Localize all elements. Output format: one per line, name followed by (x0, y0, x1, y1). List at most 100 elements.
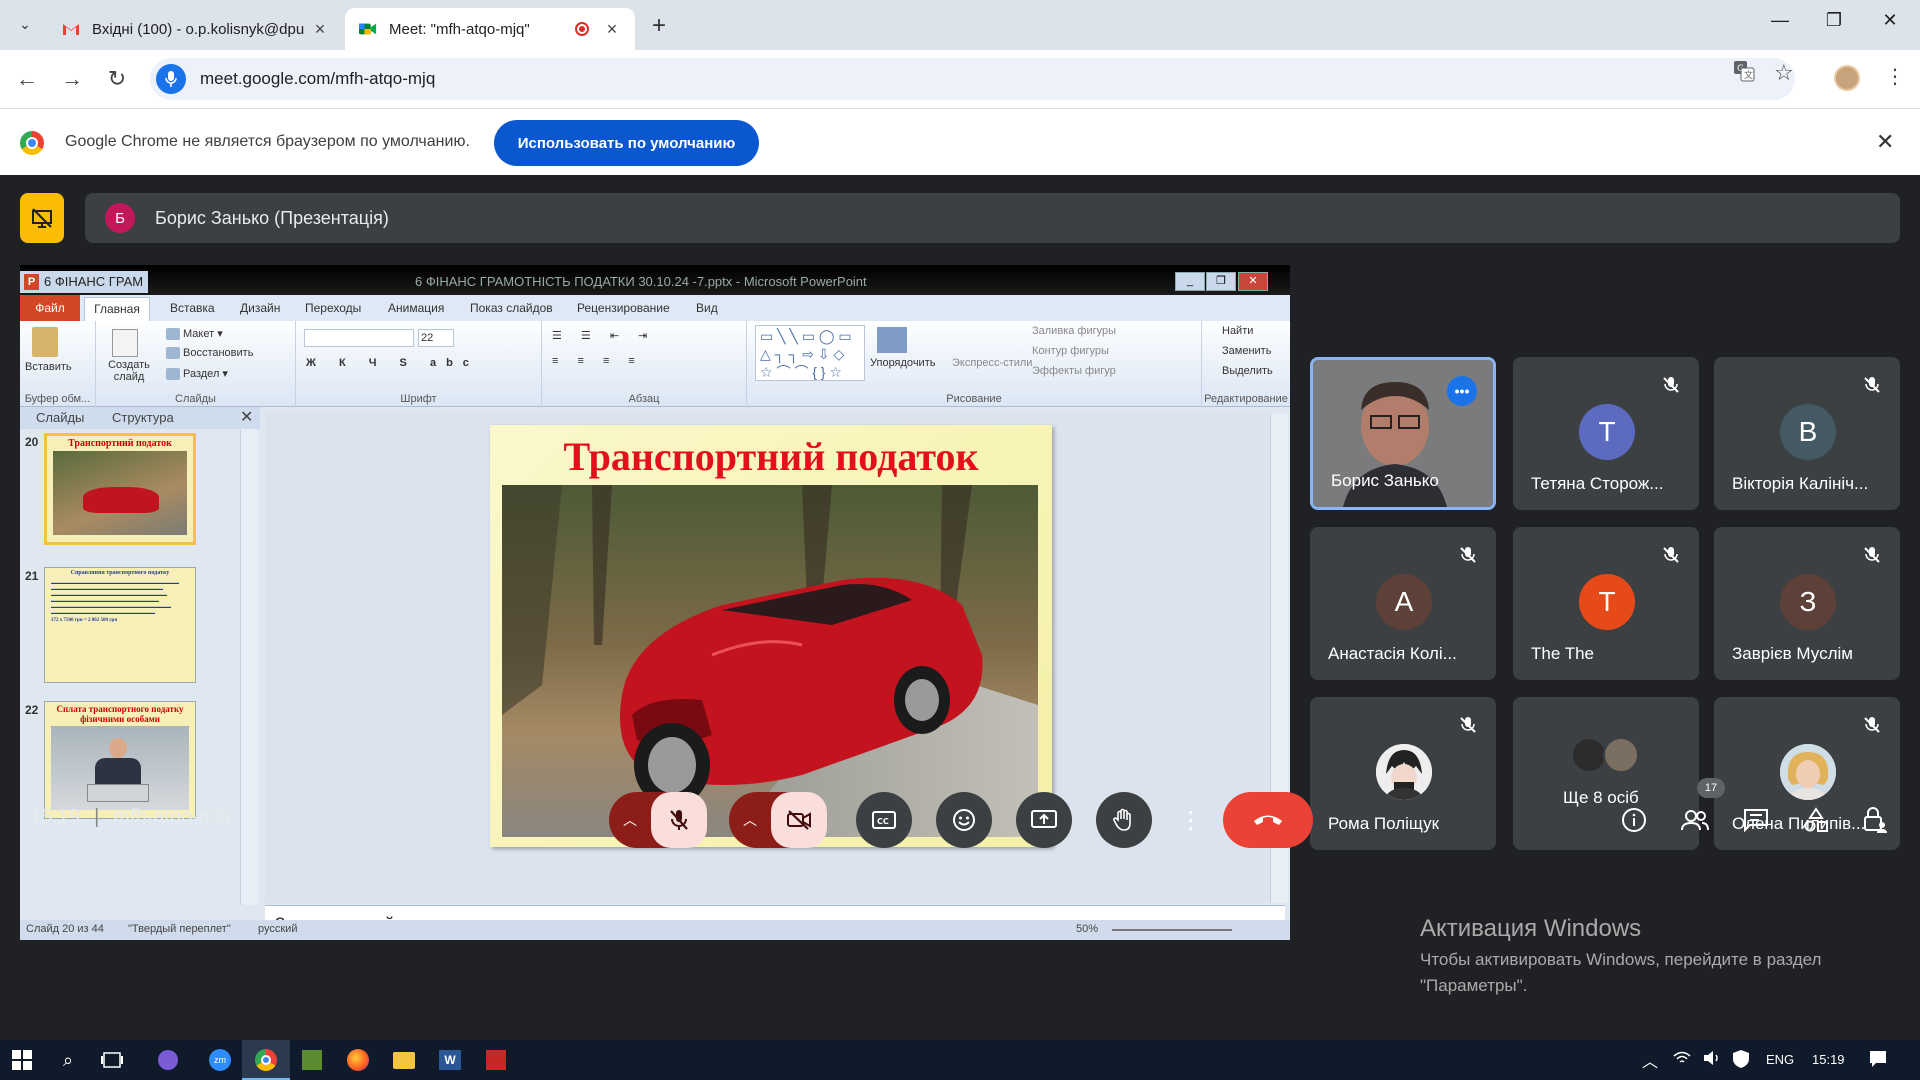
address-bar[interactable]: meet.google.com/mfh-atqo-mjq (150, 58, 1795, 100)
participant-tile[interactable]: T The The (1513, 527, 1699, 680)
tab-gmail[interactable]: Вхідні (100) - o.p.kolisnyk@dpu × (48, 8, 343, 50)
zoom-slider (1112, 929, 1232, 931)
task-view-icon[interactable] (100, 1048, 124, 1072)
tray-chevron-icon[interactable]: ︿ (1642, 1048, 1658, 1072)
present-screen-button[interactable] (1016, 792, 1072, 848)
participant-tile[interactable]: T Тетяна Сторож... (1513, 357, 1699, 510)
ribbon-group-drawing: ▭ ╲ ╲ ▭ ◯ ▭ △ ┐ ┐ ⇨ ⇩ ◇ ☆ ⌒ ⌒ { } ☆ Упоряд… (747, 321, 1202, 407)
new-tab-button[interactable]: + (652, 12, 666, 40)
taskbar-clock[interactable]: 15:19 (1812, 1052, 1845, 1067)
slide-thumbnail: Сплата транспортного податку фізичними о… (44, 701, 196, 819)
chat-button[interactable] (1736, 800, 1776, 840)
recording-icon (575, 22, 589, 36)
more-options-icon[interactable]: ••• (1447, 376, 1477, 406)
presentation-icon[interactable] (20, 193, 64, 243)
document-title: 6 ФІНАНС ГРАМОТНІСТЬ ПОДАТКИ 30.10.24 -7… (415, 274, 867, 289)
current-slide: Транспортний податок (490, 425, 1052, 847)
tab-meet[interactable]: Meet: "mfh-atqo-mjq" × (345, 8, 635, 50)
notifications-icon[interactable] (1868, 1049, 1888, 1072)
hangup-icon (1254, 815, 1282, 825)
participant-tile-speaking[interactable]: ••• Борис Занько (1310, 357, 1496, 510)
close-tab-icon[interactable]: × (603, 19, 621, 40)
meet-main: Б Борис Занько (Презентація) 6 ФІНАНС ГР… (0, 175, 1920, 1040)
restore-window-button[interactable]: ❐ (1814, 10, 1854, 31)
chrome-taskbar-icon[interactable] (254, 1048, 278, 1072)
group-label: Буфер обм... (24, 393, 91, 405)
close-window-button[interactable]: ✕ (1870, 10, 1910, 31)
participant-avatar: З (1780, 574, 1836, 630)
shield-icon[interactable] (1732, 1049, 1750, 1072)
profile-avatar[interactable] (1834, 65, 1860, 91)
presenter-avatar: Б (105, 203, 135, 233)
keyboard-language[interactable]: ENG (1766, 1052, 1794, 1067)
thumb-title: Справляння транспортного податку (70, 570, 170, 576)
group-label: Слайды (175, 393, 216, 405)
zoom-app-icon[interactable]: zm (208, 1048, 232, 1072)
mic-toggle-button[interactable] (651, 792, 707, 848)
participant-tile[interactable]: З Заврієв Муслім (1714, 527, 1900, 680)
ribbon-tabs: Файл Главная Вставка Дизайн Переходы Ани… (20, 295, 1290, 321)
back-button[interactable]: ← (12, 64, 42, 94)
forward-button[interactable]: → (57, 64, 87, 94)
set-default-button[interactable]: Использовать по умолчанию (494, 120, 759, 166)
group-label: Редактирование (1204, 393, 1288, 405)
app-icon-red[interactable] (484, 1048, 508, 1072)
thumb-body-last: 372 x 7500 грн = 2 862 500 грн (51, 618, 118, 623)
slide-title: Транспортний податок (563, 434, 979, 479)
file-explorer-icon[interactable] (392, 1048, 416, 1072)
tab-search-button[interactable]: ⌄ (12, 11, 38, 37)
slide-thumbnails: 20 Транспортний податок 21 Справляння тр… (20, 429, 260, 905)
group-avatar-1 (1571, 737, 1607, 773)
arrange-label: Упорядочить (870, 357, 936, 369)
activities-button[interactable] (1796, 800, 1836, 840)
panel-tab-outline: Структура (112, 410, 174, 425)
participant-avatar: T (1579, 574, 1635, 630)
more-participants-tile[interactable]: Ще 8 осіб (1513, 697, 1699, 850)
participant-tile[interactable]: A Анастасія Колі... (1310, 527, 1496, 680)
windows-start-icon[interactable] (10, 1048, 34, 1072)
minimize-window-button[interactable]: — (1760, 10, 1800, 31)
more-options-button[interactable]: ⋮ (1176, 792, 1206, 848)
meeting-details-button[interactable] (1614, 800, 1654, 840)
chrome-menu-icon[interactable]: ⋮ (1885, 64, 1905, 89)
pp-close-button: ✕ (1238, 272, 1268, 291)
windows-taskbar: ⌕ zm W ︿ ENG 15:19 (0, 1040, 1920, 1080)
participant-name: Заврієв Муслім (1732, 644, 1853, 663)
raise-hand-button[interactable] (1096, 792, 1152, 848)
captions-button[interactable]: CC (856, 792, 912, 848)
participant-tile[interactable]: B Вікторія Калініч... (1714, 357, 1900, 510)
host-controls-button[interactable] (1855, 800, 1895, 840)
volume-icon[interactable] (1702, 1050, 1722, 1069)
people-button[interactable] (1675, 800, 1715, 840)
bookmark-star-icon[interactable]: ☆ (1774, 60, 1794, 86)
word-icon[interactable]: W (438, 1048, 462, 1072)
firefox-icon[interactable] (346, 1048, 370, 1072)
camera-toggle-button[interactable] (771, 792, 827, 848)
video-settings-chevron[interactable]: ︿ (729, 792, 771, 848)
windows-activation-watermark: Активация Windows Чтобы активировать Win… (1420, 915, 1821, 999)
thumb-body-text: ▬▬▬▬▬▬▬▬▬▬▬▬▬▬▬▬▬▬▬▬▬▬▬▬▬▬▬▬▬▬▬▬ ▬▬▬▬▬▬▬… (51, 580, 179, 615)
translate-icon[interactable]: G文 (1733, 60, 1755, 87)
replace-button: Заменить (1222, 345, 1272, 357)
slides-panel-tabs: Слайды Структура ✕ (20, 407, 260, 429)
network-icon[interactable] (1672, 1050, 1692, 1069)
find-button: Найти (1222, 325, 1254, 337)
close-infobar-icon[interactable]: ✕ (1876, 129, 1894, 155)
minecraft-icon[interactable] (300, 1048, 324, 1072)
app-icon-purple[interactable] (156, 1048, 180, 1072)
participant-name: Вікторія Калініч... (1732, 474, 1869, 493)
reload-button[interactable]: ↻ (102, 64, 132, 94)
microphone-icon[interactable] (156, 64, 186, 94)
reactions-button[interactable] (936, 792, 992, 848)
font-format-buttons: Ж К Ч S abc (306, 357, 479, 369)
search-icon[interactable]: ⌕ (56, 1048, 80, 1072)
leave-call-button[interactable] (1223, 792, 1313, 848)
participant-tile[interactable]: Рома Поліщук (1310, 697, 1496, 850)
status-language: русский (258, 923, 298, 935)
thumb-number: 22 (25, 703, 39, 717)
close-tab-icon[interactable]: × (311, 19, 329, 40)
audio-settings-chevron[interactable]: ︿ (609, 792, 651, 848)
slide-thumbnail: Справляння транспортного податку ▬▬▬▬▬▬▬… (44, 567, 196, 683)
status-theme: "Твердый переплет" (128, 923, 231, 935)
gmail-icon (62, 20, 80, 38)
